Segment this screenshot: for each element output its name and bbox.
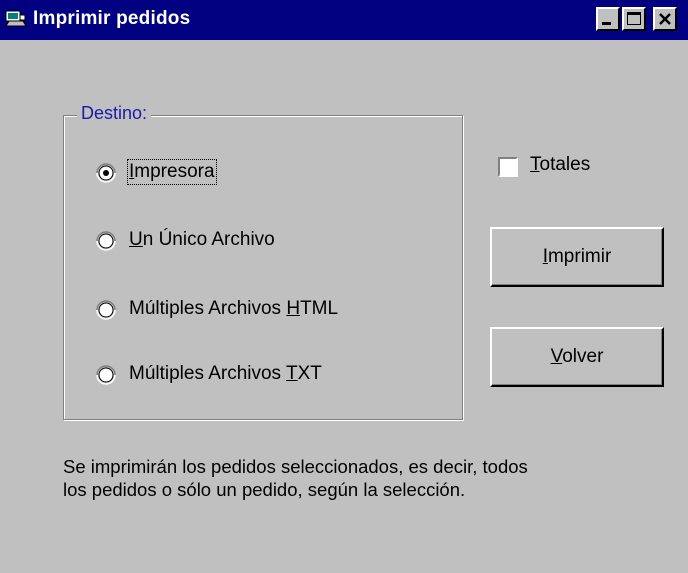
maximize-button[interactable] <box>622 7 646 31</box>
title-bar[interactable]: Imprimir pedidos <box>0 0 688 40</box>
back-button-label: Volver <box>550 346 604 367</box>
radio-single-file-label: Un Único Archivo <box>129 229 275 250</box>
radio-printer-label: Impresora <box>127 159 217 185</box>
description-line-2: los pedidos o sólo un pedido, según la s… <box>63 479 466 500</box>
radio-unselected-icon <box>96 365 116 385</box>
radio-selected-icon <box>96 163 116 183</box>
radio-unselected-icon <box>96 231 116 251</box>
maximize-icon <box>627 12 641 25</box>
print-orders-dialog: Imprimir pedidos Destino: Impresora Un Ú… <box>0 0 688 573</box>
radio-multiple-txt-label: Múltiples Archivos TXT <box>129 363 322 384</box>
totals-checkbox[interactable] <box>498 157 518 177</box>
radio-unselected-icon <box>96 300 116 320</box>
app-icon[interactable] <box>5 9 27 29</box>
description-line-1: Se imprimirán los pedidos seleccionados,… <box>63 456 528 477</box>
totals-checkbox-label[interactable]: Totales <box>530 154 590 176</box>
print-button-label: Imprimir <box>542 246 612 267</box>
print-button[interactable]: Imprimir <box>490 227 664 287</box>
minimize-icon <box>602 22 611 25</box>
destination-legend: Destino: <box>77 103 152 124</box>
minimize-button[interactable] <box>596 7 620 31</box>
description-text: Se imprimirán los pedidos seleccionados,… <box>63 455 663 501</box>
close-icon <box>659 13 671 25</box>
radio-multiple-html-label: Múltiples Archivos HTML <box>129 298 339 319</box>
back-button[interactable]: Volver <box>490 327 664 387</box>
window-title: Imprimir pedidos <box>33 8 191 29</box>
close-button[interactable] <box>653 7 677 31</box>
